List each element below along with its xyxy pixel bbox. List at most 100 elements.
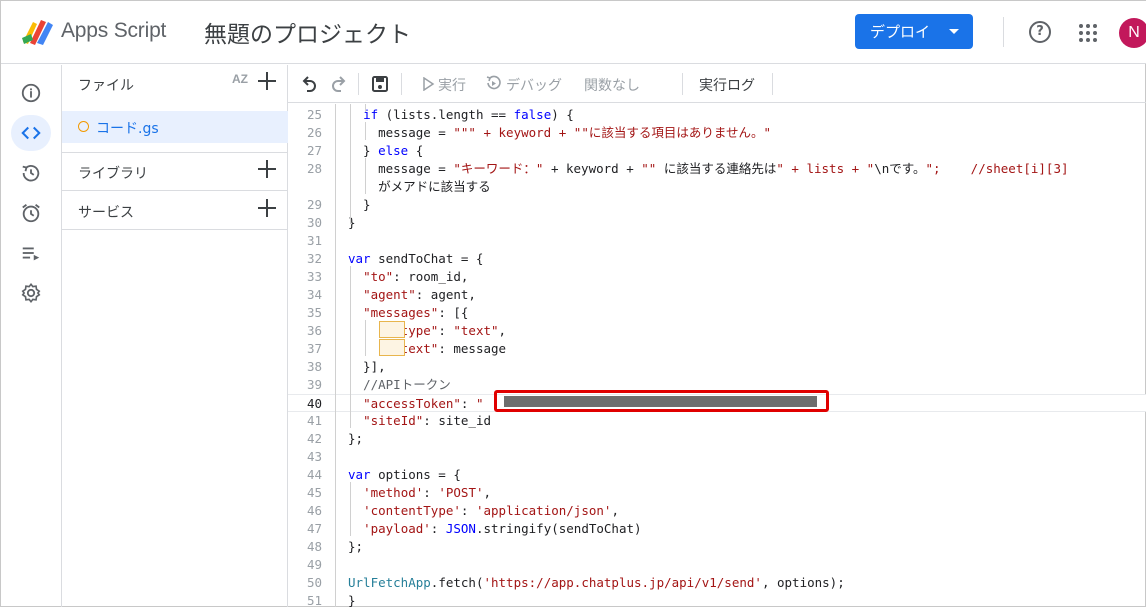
executions-list-icon[interactable] <box>11 235 51 271</box>
code-line[interactable]: 48}; <box>288 538 1146 556</box>
code-text[interactable]: message = """ + keyword + ""に該当する項目はありませ… <box>348 124 771 142</box>
code-line[interactable]: 34 "agent": agent, <box>288 286 1146 304</box>
code-text[interactable]: "agent": agent, <box>348 286 476 304</box>
line-number[interactable]: 36 <box>288 322 322 340</box>
code-line[interactable]: 51} <box>288 592 1146 607</box>
line-number[interactable]: 45 <box>288 484 322 502</box>
avatar[interactable]: N <box>1119 18 1146 48</box>
code-text[interactable]: message = "キーワード：" + keyword + "" に該当する連… <box>348 160 1068 178</box>
code-line[interactable]: 33 "to": room_id, <box>288 268 1146 286</box>
line-number[interactable]: 30 <box>288 214 322 232</box>
line-number[interactable]: 28 <box>288 160 322 178</box>
run-play-icon[interactable] <box>421 76 435 92</box>
editor-code-icon[interactable] <box>11 115 51 151</box>
line-number[interactable]: 47 <box>288 520 322 538</box>
code-line[interactable]: 43 <box>288 448 1146 466</box>
code-line[interactable]: 36 "type": "text", <box>288 322 1146 340</box>
code-text[interactable]: }; <box>348 538 363 556</box>
redo-icon[interactable] <box>328 74 348 94</box>
code-text[interactable]: }; <box>348 430 363 448</box>
apps-script-logo-icon[interactable] <box>21 16 55 46</box>
services-section[interactable]: サービス <box>62 192 288 230</box>
code-text[interactable]: UrlFetchApp.fetch('https://app.chatplus.… <box>348 574 845 592</box>
code-line[interactable]: 46 'contentType': 'application/json', <box>288 502 1146 520</box>
line-number[interactable]: 29 <box>288 196 322 214</box>
code-line[interactable]: 28 message = "キーワード：" + keyword + "" に該当… <box>288 160 1146 178</box>
code-text[interactable]: 'contentType': 'application/json', <box>348 502 619 520</box>
line-number[interactable]: 33 <box>288 268 322 286</box>
history-icon[interactable] <box>11 155 51 191</box>
file-item-code-gs[interactable]: コード.gs <box>62 111 288 143</box>
app-name[interactable]: Apps Script <box>61 19 166 43</box>
code-text[interactable]: }], <box>348 358 386 376</box>
line-number[interactable]: 32 <box>288 250 322 268</box>
code-line[interactable]: 31 <box>288 232 1146 250</box>
code-text[interactable]: } <box>348 592 356 607</box>
line-number[interactable]: 48 <box>288 538 322 556</box>
debug-button[interactable]: デバッグ <box>506 75 562 95</box>
code-text[interactable]: "siteId": site_id <box>348 412 491 430</box>
code-text[interactable]: 'method': 'POST', <box>348 484 491 502</box>
triggers-alarm-icon[interactable] <box>11 195 51 231</box>
line-number[interactable]: 46 <box>288 502 322 520</box>
add-library-plus-icon[interactable] <box>258 160 276 178</box>
line-number[interactable]: 43 <box>288 448 322 466</box>
code-line[interactable]: 50 UrlFetchApp.fetch('https://app.chatplu… <box>288 574 1146 592</box>
debug-icon[interactable] <box>485 75 502 92</box>
line-number[interactable]: 44 <box>288 466 322 484</box>
code-line[interactable]: 30} <box>288 214 1146 232</box>
code-line[interactable]: 37 "text": message <box>288 340 1146 358</box>
code-text[interactable]: if (lists.length == false) { <box>348 106 574 124</box>
code-line[interactable]: 35 "messages": [{ <box>288 304 1146 322</box>
code-text[interactable]: //APIトークン <box>348 376 451 394</box>
code-line[interactable]: 47 'payload': JSON.stringify(sendToChat) <box>288 520 1146 538</box>
project-title[interactable]: 無題のプロジェクト <box>204 15 411 49</box>
code-text[interactable]: var sendToChat = { <box>348 250 483 268</box>
code-line[interactable]: 42}; <box>288 430 1146 448</box>
code-text[interactable]: } <box>348 196 371 214</box>
line-number[interactable]: 25 <box>288 106 322 124</box>
code-line[interactable]: 38 }], <box>288 358 1146 376</box>
line-number[interactable]: 41 <box>288 412 322 430</box>
code-text[interactable]: "text": message <box>348 340 506 358</box>
add-service-plus-icon[interactable] <box>258 199 276 217</box>
overview-info-icon[interactable] <box>11 75 51 111</box>
add-file-plus-icon[interactable] <box>258 72 276 90</box>
code-line[interactable]: 49 <box>288 556 1146 574</box>
line-number[interactable]: 40 <box>288 395 322 413</box>
sort-az-icon[interactable]: AZ <box>232 73 248 85</box>
code-line[interactable]: がメアドに該当する <box>288 178 1146 196</box>
code-text[interactable]: 'payload': JSON.stringify(sendToChat) <box>348 520 641 538</box>
code-text[interactable]: var options = { <box>348 466 461 484</box>
undo-icon[interactable] <box>300 74 320 94</box>
line-number[interactable]: 50 <box>288 574 322 592</box>
line-number[interactable]: 38 <box>288 358 322 376</box>
code-line[interactable]: 45 'method': 'POST', <box>288 484 1146 502</box>
save-icon[interactable] <box>370 74 390 94</box>
line-number[interactable]: 31 <box>288 232 322 250</box>
help-icon[interactable]: ? <box>1029 21 1051 43</box>
run-button[interactable]: 実行 <box>438 75 466 95</box>
code-text[interactable]: "type": "text", <box>348 322 506 340</box>
settings-gear-icon[interactable] <box>11 275 51 311</box>
code-text[interactable]: } else { <box>348 142 423 160</box>
code-line[interactable]: 26 message = """ + keyword + ""に該当する項目はあ… <box>288 124 1146 142</box>
google-apps-icon[interactable] <box>1079 24 1097 42</box>
line-number[interactable]: 37 <box>288 340 322 358</box>
code-line[interactable]: 29 } <box>288 196 1146 214</box>
line-number[interactable]: 49 <box>288 556 322 574</box>
line-number[interactable]: 51 <box>288 592 322 607</box>
deploy-button[interactable]: デプロイ <box>855 14 973 49</box>
line-number[interactable]: 34 <box>288 286 322 304</box>
line-number[interactable]: 39 <box>288 376 322 394</box>
line-number[interactable]: 26 <box>288 124 322 142</box>
code-line[interactable]: 25 if (lists.length == false) { <box>288 106 1146 124</box>
code-line[interactable]: 41 "siteId": site_id <box>288 412 1146 430</box>
code-text[interactable]: "accessToken": " <box>348 395 483 413</box>
code-editor[interactable]: 25 if (lists.length == false) {26 messag… <box>288 104 1146 607</box>
libraries-section[interactable]: ライブラリ <box>62 153 288 191</box>
line-number[interactable]: 35 <box>288 304 322 322</box>
line-number[interactable]: 42 <box>288 430 322 448</box>
code-text[interactable]: "to": room_id, <box>348 268 468 286</box>
code-line[interactable]: 44 var options = { <box>288 466 1146 484</box>
